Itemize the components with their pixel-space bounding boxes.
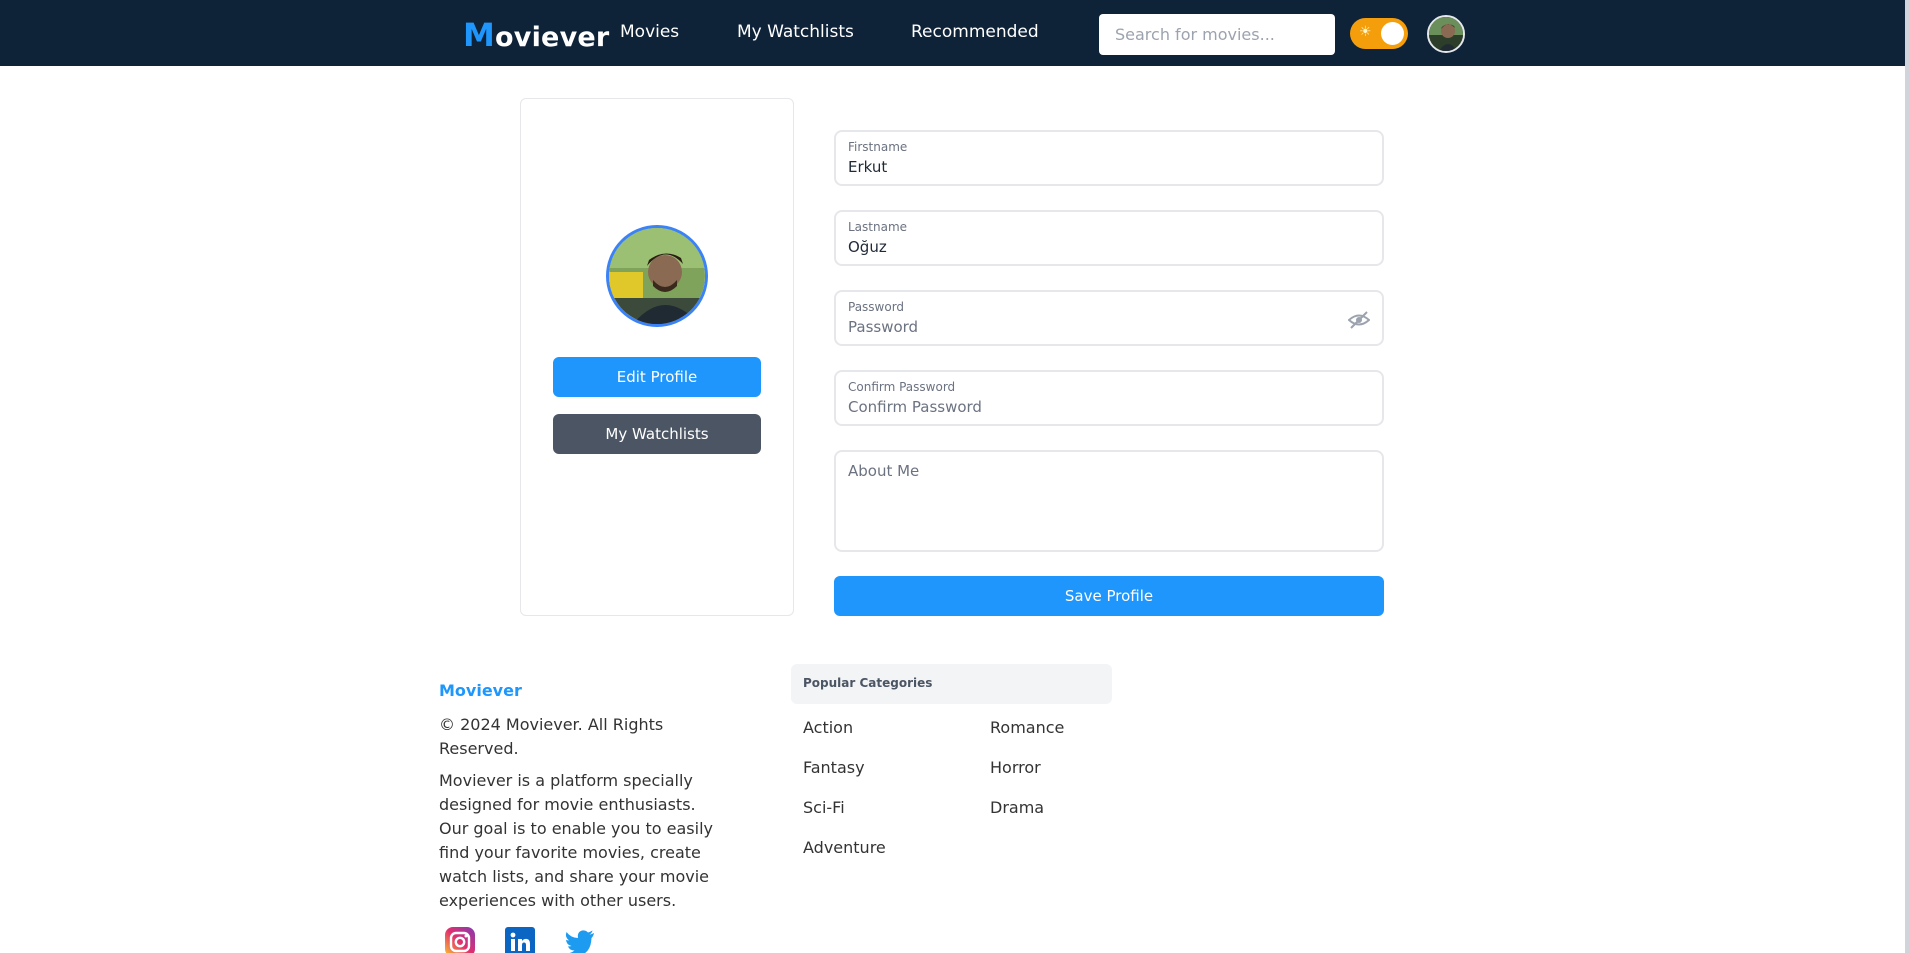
category-romance[interactable]: Romance (990, 718, 1064, 737)
firstname-value[interactable]: Erkut (848, 158, 887, 176)
sun-icon: ☀ (1359, 24, 1372, 40)
toggle-knob (1381, 22, 1404, 45)
profile-card: Edit Profile My Watchlists (520, 98, 794, 616)
twitter-icon[interactable] (563, 925, 597, 953)
category-fantasy[interactable]: Fantasy (803, 758, 865, 777)
password-field[interactable]: Password Password (834, 290, 1384, 346)
nav-recommended[interactable]: Recommended (911, 22, 1039, 42)
lastname-label: Lastname (848, 220, 908, 234)
nav-movies[interactable]: Movies (620, 22, 679, 42)
category-horror[interactable]: Horror (990, 758, 1041, 777)
category-adventure[interactable]: Adventure (803, 838, 886, 857)
popular-categories-header: Popular Categories (791, 664, 1112, 704)
top-navbar: Moviever Movies My Watchlists Recommende… (0, 0, 1905, 66)
eye-slash-icon[interactable] (1347, 311, 1371, 329)
linkedin-icon[interactable] (503, 925, 537, 953)
footer-brand: Moviever (439, 681, 522, 700)
category-action[interactable]: Action (803, 718, 853, 737)
save-profile-button[interactable]: Save Profile (834, 576, 1384, 616)
confirm-password-label: Confirm Password (848, 380, 956, 394)
scrollbar[interactable] (1905, 0, 1909, 953)
instagram-icon[interactable] (443, 925, 477, 953)
firstname-label: Firstname (848, 140, 908, 154)
edit-profile-button[interactable]: Edit Profile (553, 357, 761, 397)
lastname-value[interactable]: Oğuz (848, 238, 887, 256)
logo[interactable]: Moviever (463, 16, 609, 54)
password-label: Password (848, 300, 905, 314)
my-watchlists-button[interactable]: My Watchlists (553, 414, 761, 454)
theme-toggle[interactable]: ☀ (1350, 18, 1408, 49)
logo-initial: M (463, 16, 496, 54)
password-placeholder[interactable]: Password (848, 318, 918, 336)
logo-text: oviever (495, 22, 610, 53)
about-me-textarea[interactable]: About Me (834, 450, 1384, 552)
category-sci-fi[interactable]: Sci-Fi (803, 798, 845, 817)
profile-avatar (606, 225, 708, 327)
confirm-password-field[interactable]: Confirm Password Confirm Password (834, 370, 1384, 426)
confirm-password-placeholder[interactable]: Confirm Password (848, 398, 982, 416)
footer-copyright: © 2024 Moviever. All Rights Reserved. (439, 715, 664, 758)
search-input[interactable] (1099, 14, 1335, 55)
user-avatar[interactable] (1427, 15, 1465, 53)
nav-my-watchlists[interactable]: My Watchlists (737, 22, 854, 42)
footer-description: Moviever is a platform specially designe… (439, 771, 713, 910)
about-me-placeholder: About Me (848, 462, 920, 480)
lastname-field[interactable]: Lastname Oğuz (834, 210, 1384, 266)
popular-categories-title: Popular Categories (803, 676, 933, 690)
firstname-field[interactable]: Firstname Erkut (834, 130, 1384, 186)
category-drama[interactable]: Drama (990, 798, 1044, 817)
